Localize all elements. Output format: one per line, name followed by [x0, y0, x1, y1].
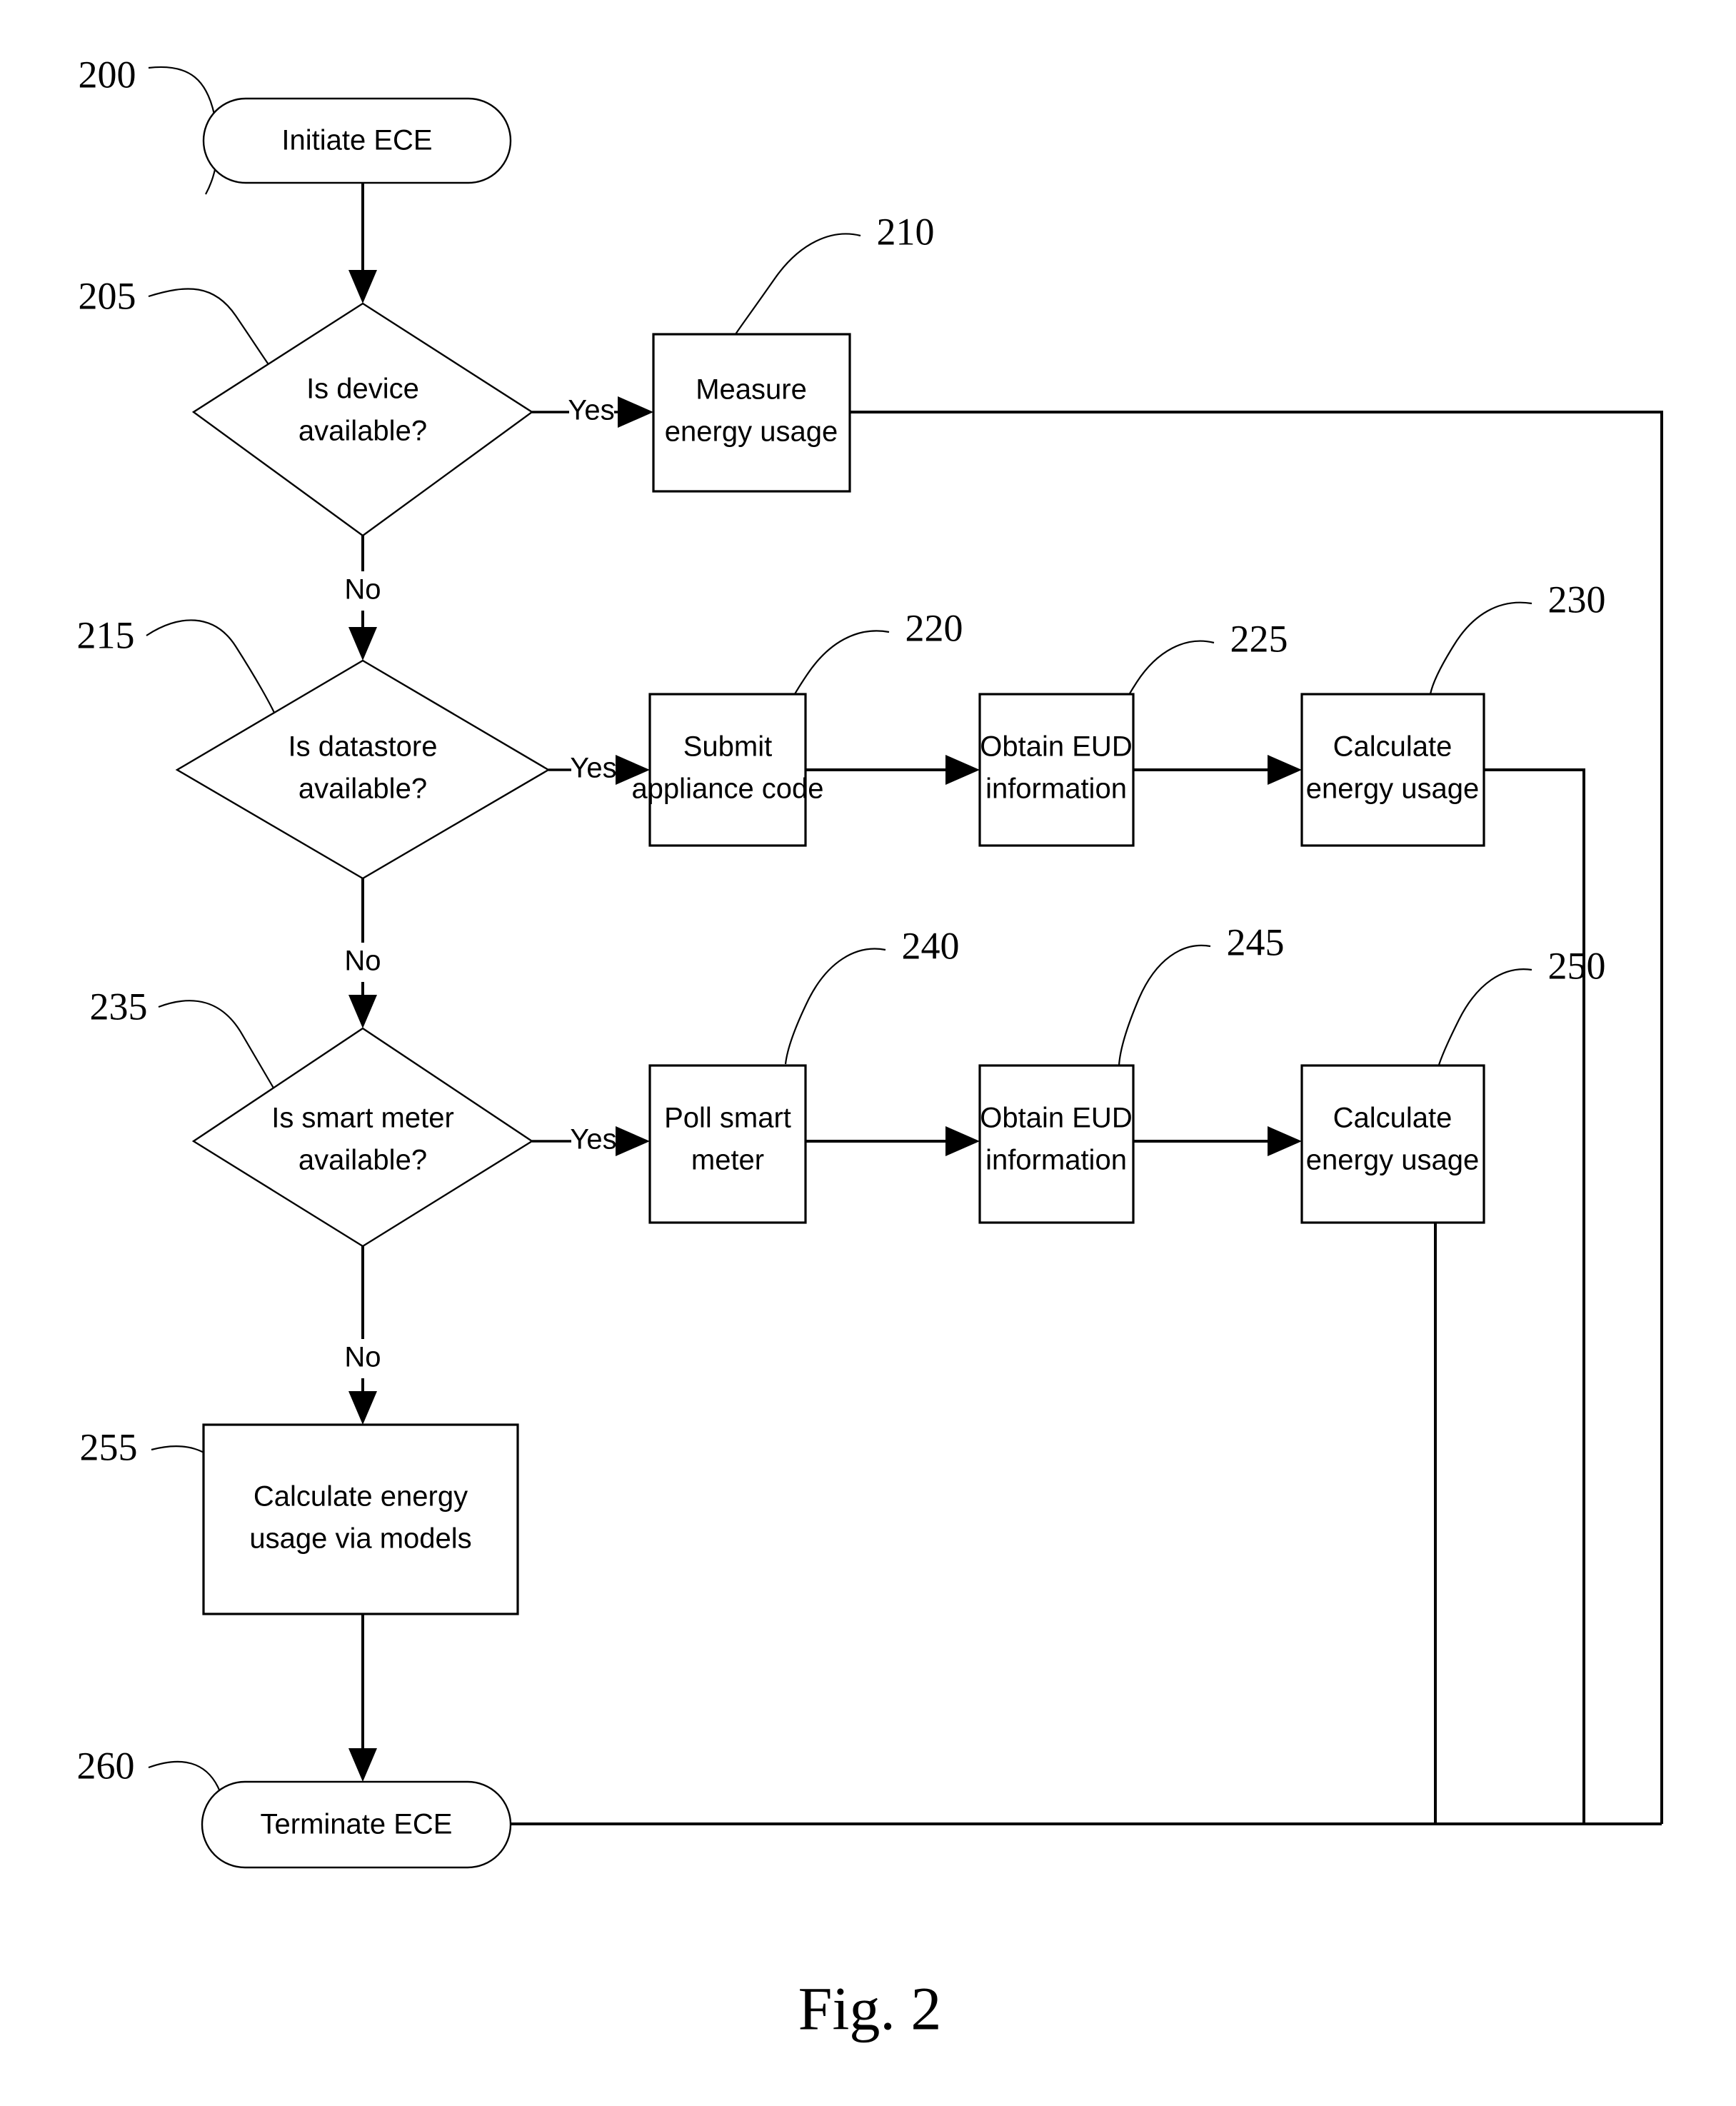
connector-obtain-eud-ds-to-calc-ds — [1133, 755, 1302, 785]
node-submit-line2: appliance code — [631, 773, 823, 805]
node-calc-models-line2: usage via models — [249, 1523, 471, 1555]
node-calc-models-line1: Calculate energy — [254, 1481, 468, 1513]
connector-calc-ds-to-terminate-rail — [1484, 768, 1585, 1824]
ref-numeral-250: 250 — [1548, 944, 1606, 987]
node-decision-device-line1: Is device — [306, 373, 419, 405]
node-decision-smart-meter-available[interactable]: Is smart meter available? — [191, 1027, 534, 1248]
leader-235 — [158, 1000, 278, 1095]
figure-caption: Fig. 2 — [798, 1975, 942, 2043]
leader-240 — [784, 948, 886, 1065]
node-decision-smartmeter-line1: Is smart meter — [271, 1103, 454, 1134]
connector-submit-to-obtain-eud-ds — [806, 755, 980, 785]
edge-label-device-yes: Yes — [568, 395, 614, 426]
node-obtain-eud-sm-line2: information — [985, 1145, 1127, 1176]
edge-label-datastore-no: No — [344, 946, 381, 977]
node-initiate-ece[interactable]: Initiate ECE — [202, 97, 512, 184]
patent-figure: Initiate ECE Is device available? Measur… — [0, 0, 1736, 2106]
leader-210 — [735, 233, 861, 335]
node-obtain-eud-information-datastore[interactable]: Obtain EUD information — [978, 693, 1135, 847]
ref-numeral-230: 230 — [1548, 578, 1606, 621]
node-calc-ds-line2: energy usage — [1306, 773, 1479, 805]
connector-smartmeter-no-to-calc-models — [348, 1246, 377, 1425]
ref-numeral-205: 205 — [79, 274, 136, 317]
node-decision-smartmeter-line2: available? — [298, 1145, 427, 1176]
node-poll-line2: meter — [691, 1145, 764, 1176]
node-calc-sm-line1: Calculate — [1333, 1103, 1452, 1134]
node-decision-device-line2: available? — [298, 416, 427, 447]
node-obtain-eud-information-smartmeter[interactable]: Obtain EUD information — [978, 1064, 1135, 1224]
node-calculate-energy-usage-via-models[interactable]: Calculate energy usage via models — [202, 1423, 519, 1615]
node-obtain-eud-ds-line2: information — [985, 773, 1127, 805]
node-measure-line1: Measure — [696, 374, 807, 406]
node-initiate-ece-label: Initiate ECE — [281, 125, 432, 156]
ref-numeral-225: 225 — [1230, 617, 1288, 660]
node-calculate-energy-usage-datastore[interactable]: Calculate energy usage — [1300, 693, 1485, 847]
leader-250 — [1436, 968, 1532, 1070]
edge-label-device-no: No — [344, 574, 381, 606]
node-calculate-energy-usage-smartmeter[interactable]: Calculate energy usage — [1300, 1064, 1485, 1224]
edge-label-datastore-yes: Yes — [570, 753, 616, 784]
flowchart-canvas: Initiate ECE Is device available? Measur… — [77, 53, 1663, 2043]
node-obtain-eud-sm-line1: Obtain EUD — [980, 1103, 1132, 1134]
ref-numeral-200: 200 — [79, 53, 136, 96]
node-decision-datastore-line2: available? — [298, 773, 427, 805]
edge-label-smartmeter-yes: Yes — [570, 1124, 616, 1155]
node-decision-device-available[interactable]: Is device available? — [191, 302, 534, 537]
leader-245 — [1118, 944, 1211, 1066]
ref-numeral-255: 255 — [80, 1425, 138, 1468]
node-terminate-ece-label: Terminate ECE — [261, 1809, 453, 1840]
connector-bottom-bus-to-terminate — [355, 1805, 1662, 1842]
ref-numeral-260: 260 — [77, 1744, 135, 1787]
node-poll-line1: Poll smart — [664, 1103, 791, 1134]
ref-numeral-220: 220 — [905, 606, 963, 649]
node-submit-appliance-code[interactable]: Submit appliance code — [631, 693, 824, 847]
node-calc-ds-line1: Calculate — [1333, 731, 1452, 763]
node-submit-line1: Submit — [683, 731, 773, 763]
node-poll-smart-meter[interactable]: Poll smart meter — [648, 1064, 807, 1224]
connector-start-to-device-decision — [348, 182, 377, 304]
edge-label-smartmeter-no: No — [344, 1342, 381, 1373]
ref-numeral-235: 235 — [90, 985, 148, 1028]
node-calc-sm-line2: energy usage — [1306, 1145, 1479, 1176]
ref-numeral-245: 245 — [1227, 921, 1285, 963]
node-measure-energy-usage[interactable]: Measure energy usage — [652, 333, 851, 493]
connector-calc-models-to-terminate — [348, 1614, 377, 1782]
node-terminate-ece[interactable]: Terminate ECE — [201, 1780, 512, 1869]
node-measure-line2: energy usage — [665, 416, 838, 448]
node-obtain-eud-ds-line1: Obtain EUD — [980, 731, 1132, 763]
node-decision-datastore-line1: Is datastore — [288, 731, 437, 763]
leader-215 — [146, 619, 276, 715]
ref-numeral-215: 215 — [77, 613, 135, 656]
ref-numeral-240: 240 — [902, 924, 960, 967]
ref-numeral-210: 210 — [877, 210, 935, 253]
connector-poll-to-obtain-eud-sm — [806, 1126, 980, 1156]
leader-230 — [1429, 601, 1532, 695]
connector-obtain-eud-sm-to-calc-sm — [1133, 1126, 1302, 1156]
leader-205 — [148, 288, 274, 372]
node-decision-datastore-available[interactable]: Is datastore available? — [175, 659, 551, 880]
